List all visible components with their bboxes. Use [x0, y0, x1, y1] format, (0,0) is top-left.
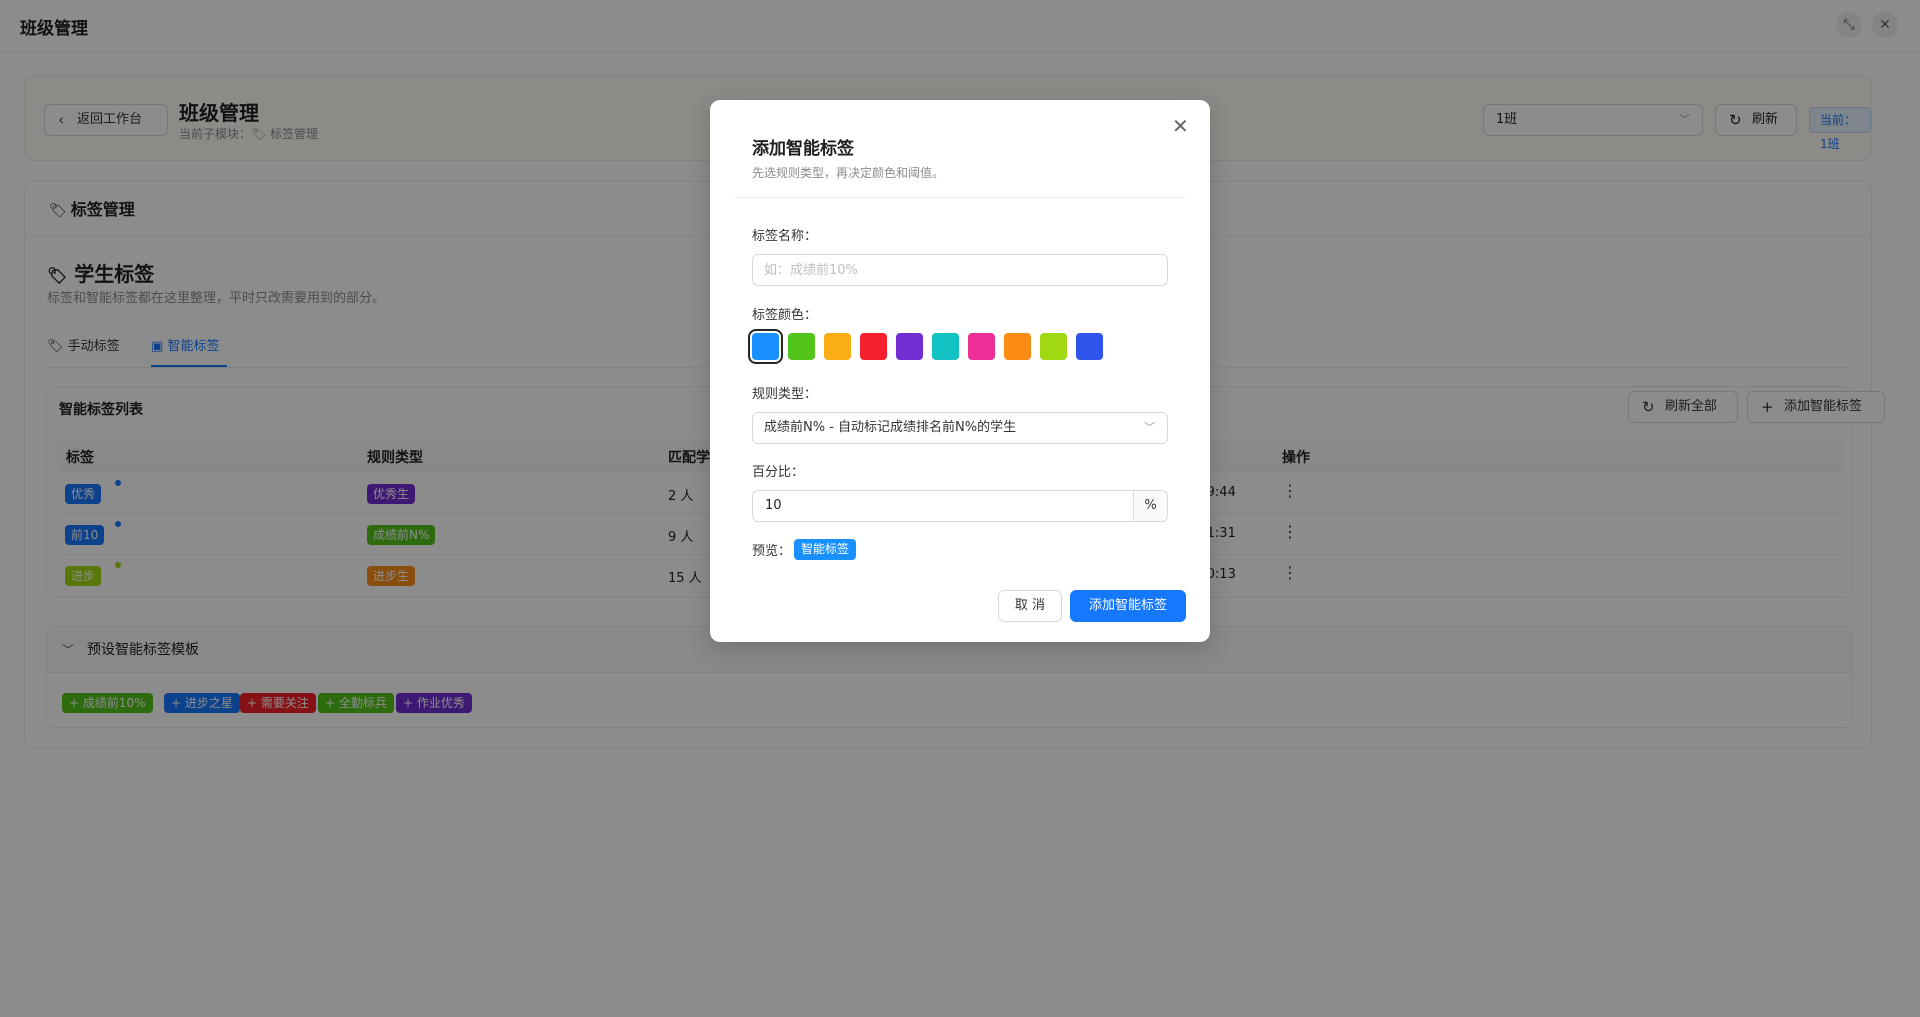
- chevron-down-icon: ﹀: [1144, 421, 1155, 434]
- percent-input[interactable]: 10 %: [752, 490, 1168, 522]
- rule-type-label: 规则类型：: [752, 387, 818, 402]
- color-swatch[interactable]: [1004, 333, 1031, 360]
- percent-label: 百分比：: [752, 465, 805, 480]
- close-icon[interactable]: ✕: [1172, 114, 1189, 138]
- tag-color-label: 标签颜色：: [752, 308, 818, 323]
- modal-divider: [734, 197, 1186, 198]
- rule-type-select[interactable]: 成绩前N% - 自动标记成绩排名前N%的学生 ﹀: [752, 412, 1168, 444]
- submit-add-smart-tag-button[interactable]: 添加智能标签: [1070, 590, 1186, 622]
- color-swatch[interactable]: [896, 333, 923, 360]
- color-swatch[interactable]: [824, 333, 851, 360]
- cancel-button[interactable]: 取 消: [998, 590, 1062, 622]
- percent-value: 10: [765, 498, 782, 513]
- color-swatch[interactable]: [752, 333, 779, 360]
- color-swatch[interactable]: [932, 333, 959, 360]
- add-smart-tag-modal: ✕ 添加智能标签 先选规则类型，再决定颜色和阈值。 标签名称： 标签颜色： 规则…: [710, 100, 1210, 642]
- color-swatch[interactable]: [1040, 333, 1067, 360]
- tag-name-label: 标签名称：: [752, 229, 818, 244]
- percent-unit: %: [1133, 491, 1167, 521]
- color-swatch[interactable]: [860, 333, 887, 360]
- modal-title: 添加智能标签: [752, 139, 854, 159]
- tag-name-input[interactable]: [752, 254, 1168, 286]
- rule-type-value: 成绩前N% - 自动标记成绩排名前N%的学生: [764, 420, 1017, 435]
- color-swatch[interactable]: [968, 333, 995, 360]
- preview-tag: 智能标签: [794, 539, 857, 560]
- color-swatch[interactable]: [1076, 333, 1103, 360]
- color-swatch[interactable]: [788, 333, 815, 360]
- modal-description: 先选规则类型，再决定颜色和阈值。: [752, 166, 945, 180]
- preview-label: 预览：: [752, 544, 792, 559]
